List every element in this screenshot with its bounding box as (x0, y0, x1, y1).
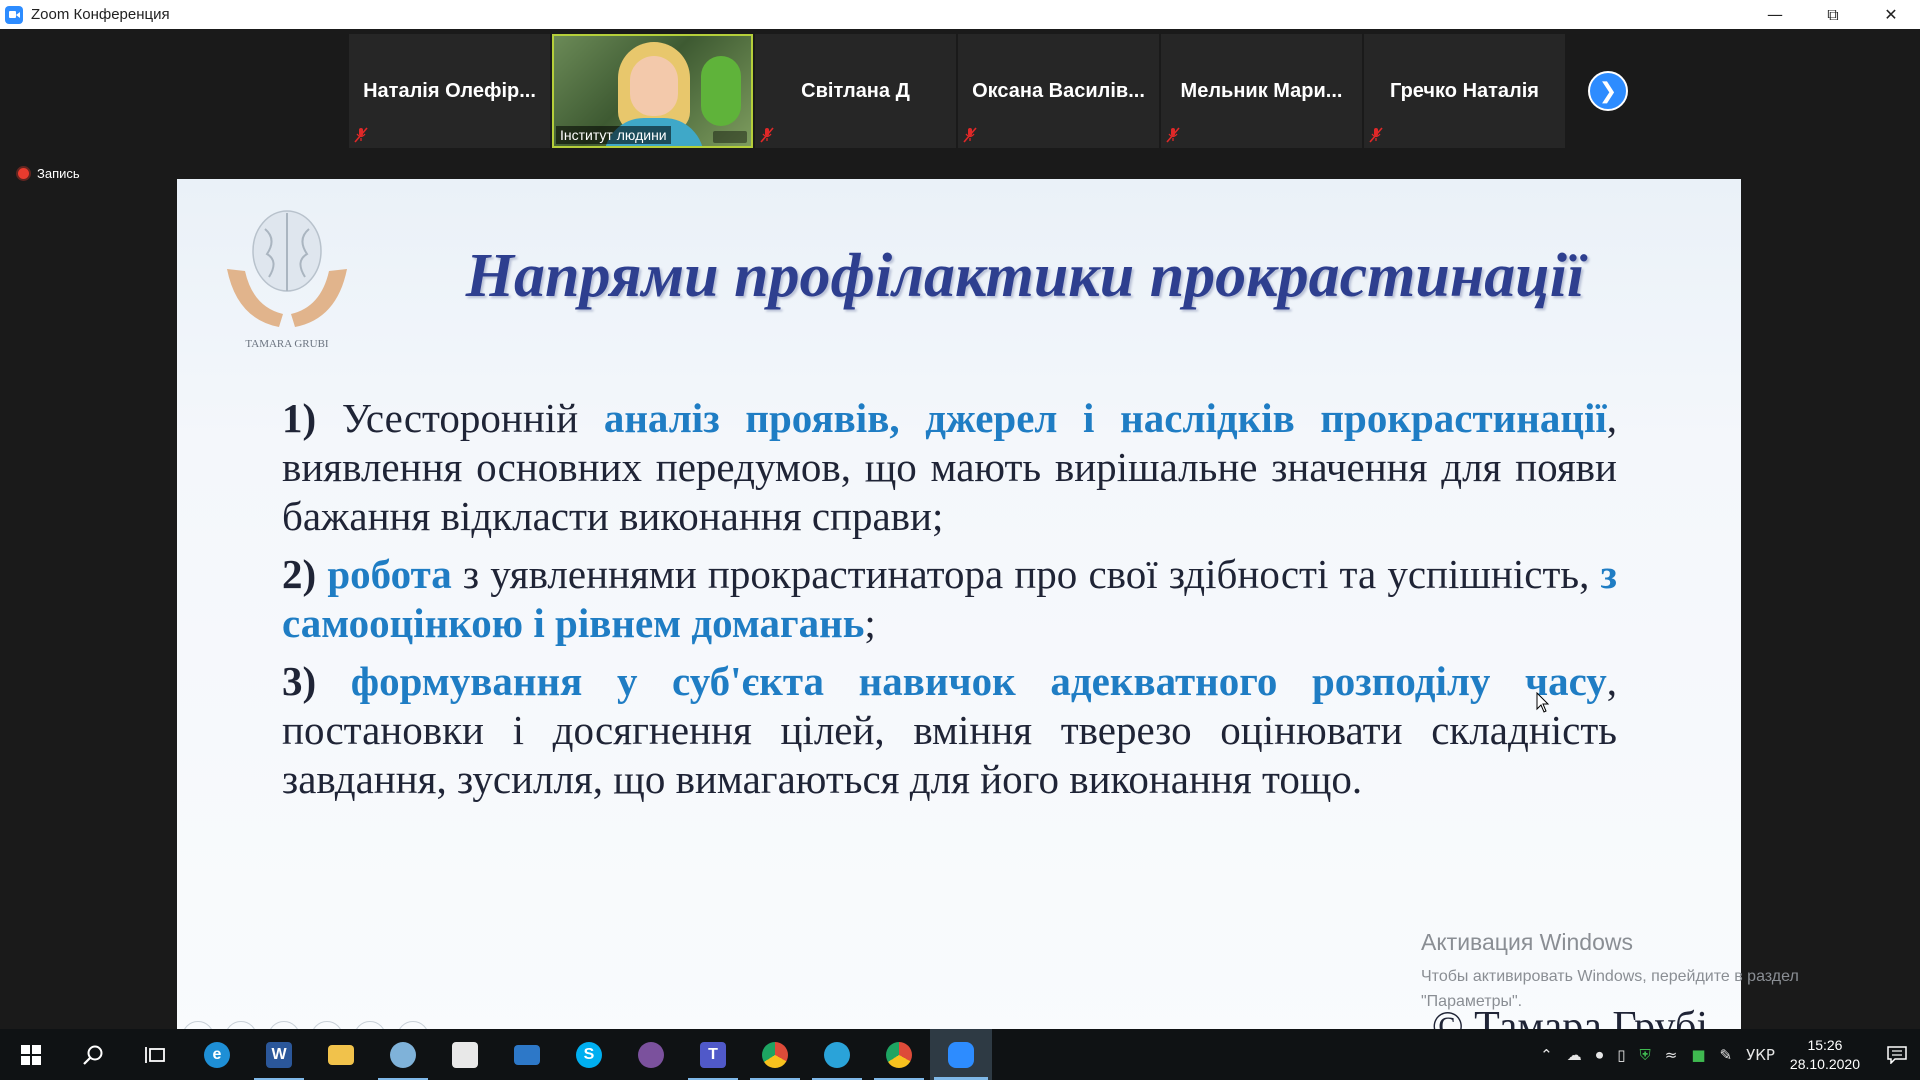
windows-icon (21, 1044, 41, 1065)
defender-icon[interactable]: ■ (1691, 1046, 1705, 1064)
taskbar-app-store[interactable] (434, 1029, 496, 1080)
minimize-button[interactable]: — (1746, 0, 1804, 29)
slide-item-2: 2) робота з уявленнями прокрастинатора п… (282, 551, 1617, 646)
next-participants-button[interactable]: ❯ (1588, 71, 1628, 111)
skype-icon: S (576, 1041, 602, 1068)
folder-icon (328, 1044, 354, 1065)
close-button[interactable]: ✕ (1862, 0, 1920, 29)
participant-strip: Наталія Олефір... Інститут людини Світла… (349, 34, 1565, 148)
participant-name: Наталія Олефір... (363, 79, 536, 102)
muted-mic-icon (354, 127, 368, 143)
slide-item-1: 1) Усесторонній аналіз проявів, джерел і… (282, 395, 1617, 539)
activation-text: Чтобы активировать Windows, перейдите в … (1421, 968, 1799, 1010)
language-indicator[interactable]: УКР (1746, 1046, 1775, 1064)
clock-date: 28.10.2020 (1789, 1055, 1860, 1072)
battery-icon[interactable]: ▯ (1617, 1046, 1625, 1064)
recording-indicator[interactable]: Запись (18, 166, 80, 181)
taskbar-app-skype[interactable]: S (558, 1029, 620, 1080)
taskbar-app-paint[interactable] (372, 1029, 434, 1080)
clock[interactable]: 15:26 28.10.2020 (1790, 1036, 1860, 1074)
system-tray: ⌃ ☁ ⏺ ▯ ⛨ ≈ ■ ✎ УКР 15:26 28.10.2020 (1533, 1029, 1920, 1080)
notification-icon (1887, 1045, 1907, 1064)
pen-workspace-icon[interactable]: ✎ (1720, 1046, 1733, 1064)
participant-tile[interactable]: Мельник Мари... (1161, 34, 1362, 148)
security-icon[interactable]: ⛨ (1639, 1046, 1650, 1064)
audio-level-icon (713, 131, 747, 143)
taskbar-app-telegram[interactable] (806, 1029, 868, 1080)
word-icon: W (266, 1041, 292, 1068)
taskbar-app-teams[interactable]: T (682, 1029, 744, 1080)
microphone-icon[interactable]: ⏺ (1596, 1046, 1604, 1064)
participant-name: Гречко Наталія (1390, 79, 1539, 102)
shared-slide: TAMARA GRUBI Напрями профілактики прокра… (177, 179, 1741, 1059)
participant-video-tile[interactable]: Інститут людини (552, 34, 753, 148)
task-view-button[interactable] (124, 1029, 186, 1080)
recording-label: Запись (37, 166, 80, 181)
muted-mic-icon (1369, 127, 1383, 143)
participant-name: Інститут людини (556, 126, 671, 144)
participant-tile[interactable]: Наталія Олефір... (349, 34, 550, 148)
record-dot-icon (18, 168, 29, 179)
wifi-icon[interactable]: ≈ (1665, 1046, 1678, 1064)
zoom-icon (948, 1041, 974, 1068)
telegram-icon (824, 1041, 850, 1068)
participant-tile[interactable]: Гречко Наталія (1364, 34, 1565, 148)
store-icon (452, 1041, 478, 1068)
start-button[interactable] (0, 1029, 62, 1080)
activation-title: Активация Windows (1421, 929, 1633, 955)
participant-name: Світлана Д (801, 79, 910, 102)
participant-name: Оксана Василів... (972, 79, 1145, 102)
taskbar-app-explorer[interactable] (310, 1029, 372, 1080)
taskbar-app-chrome-2[interactable] (868, 1029, 930, 1080)
paint-icon (390, 1041, 416, 1068)
action-center-button[interactable] (1874, 1045, 1920, 1064)
taskbar-app-viber[interactable] (620, 1029, 682, 1080)
onedrive-icon[interactable]: ☁ (1567, 1046, 1582, 1064)
slide-item-3: 3) формування у суб'єкта навичок адекват… (282, 658, 1618, 802)
search-button[interactable] (62, 1029, 124, 1080)
mouse-cursor-icon (1536, 692, 1550, 713)
slide-body: 1) Усесторонній аналіз проявів, джерел і… (282, 394, 1617, 813)
muted-mic-icon (1166, 127, 1180, 143)
participant-name: Мельник Мари... (1180, 79, 1343, 102)
taskbar-app-mail[interactable] (496, 1029, 558, 1080)
search-icon (83, 1045, 103, 1065)
mail-icon (514, 1044, 540, 1065)
edge-icon: e (204, 1041, 230, 1068)
window-title: Zoom Конференция (31, 6, 170, 23)
participant-tile[interactable]: Оксана Василів... (958, 34, 1159, 148)
viber-icon (638, 1041, 664, 1068)
restore-button[interactable]: ⧉ (1804, 0, 1862, 29)
window-titlebar: Zoom Конференция — ⧉ ✕ (0, 0, 1920, 29)
svg-text:TAMARA GRUBI: TAMARA GRUBI (245, 338, 328, 350)
taskbar-app-zoom[interactable] (930, 1029, 992, 1080)
windows-activation-watermark: Активация Windows Чтобы активировать Win… (1421, 929, 1799, 1014)
zoom-app-icon (5, 5, 23, 24)
clock-time: 15:26 (1807, 1036, 1843, 1053)
brain-hands-logo: TAMARA GRUBI (227, 210, 347, 350)
taskbar-app-chrome[interactable] (744, 1029, 806, 1080)
taskbar-app-edge[interactable]: e (186, 1029, 248, 1080)
show-hidden-icons-icon[interactable]: ⌃ (1540, 1046, 1553, 1064)
muted-mic-icon (760, 127, 774, 143)
muted-mic-icon (963, 127, 977, 143)
chrome-icon (762, 1041, 788, 1068)
task-view-icon (145, 1046, 165, 1063)
teams-icon: T (700, 1041, 726, 1068)
chrome-icon (886, 1041, 912, 1068)
meeting-area: Наталія Олефір... Інститут людини Світла… (0, 29, 1920, 1059)
taskbar-app-word[interactable]: W (248, 1029, 310, 1080)
windows-taskbar: e W S T ⌃ ☁ ⏺ ▯ ⛨ ≈ ■ ✎ УКР 15:26 28.10.… (0, 1029, 1920, 1080)
window-controls: — ⧉ ✕ (1746, 0, 1920, 29)
slide-title: Напрями профілактики прокрастинації (465, 242, 1585, 310)
participant-tile[interactable]: Світлана Д (755, 34, 956, 148)
